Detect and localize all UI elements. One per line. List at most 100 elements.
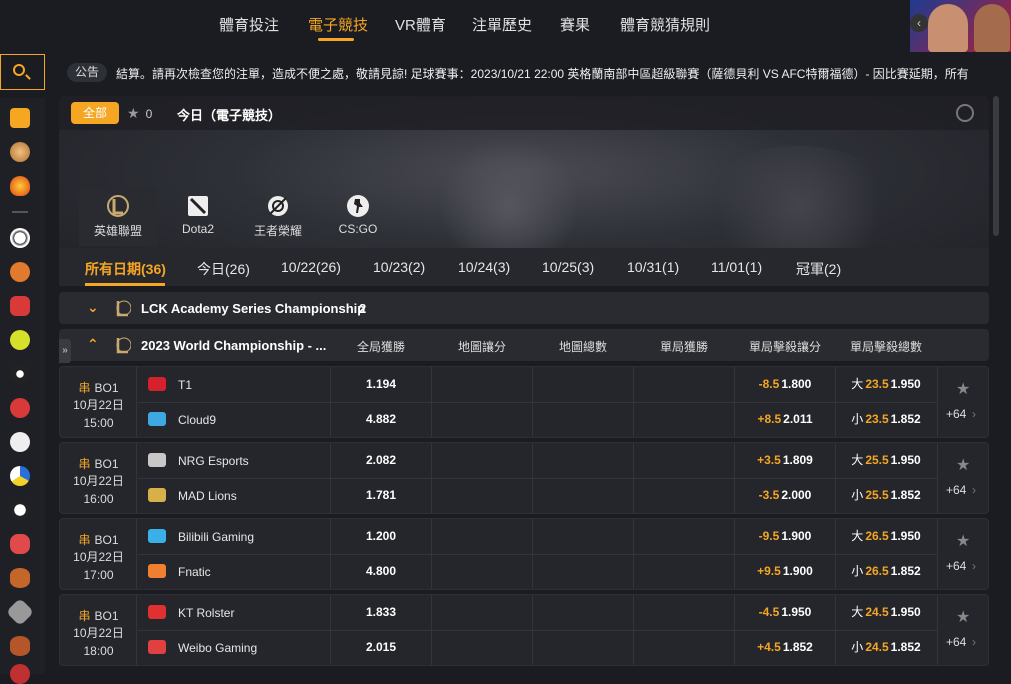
more-markets-count: +64 [946, 483, 967, 497]
favorites-button[interactable]: ★ 0 [127, 105, 152, 122]
odds-match-winner[interactable]: 4.800 [330, 554, 431, 589]
odds-kill-handicap[interactable]: -4.5 1.950 [734, 595, 835, 630]
date-filter-bar: 所有日期(36) 今日(26) 10/22(26) 10/23(2) 10/24… [59, 248, 989, 286]
date-tab-1101[interactable]: 11/01(1) [711, 259, 762, 275]
nav-bet-history[interactable]: 注單歷史 [472, 14, 532, 35]
misc-sport-icon[interactable] [10, 664, 30, 684]
favorite-star-icon[interactable]: ★ [956, 531, 970, 551]
odds-match-winner[interactable]: 4.882 [330, 402, 431, 437]
more-markets-count: +64 [946, 407, 967, 421]
coin-icon[interactable] [10, 142, 30, 162]
odds-kill-handicap[interactable]: -9.5 1.900 [734, 519, 835, 554]
more-markets-button[interactable]: ★ +64 › [937, 443, 988, 513]
nav-results[interactable]: 賽果 [560, 14, 590, 35]
odds-kill-total[interactable]: 小 23.5 1.852 [835, 402, 936, 437]
dota2-icon [188, 196, 208, 216]
odds-map-total-empty [532, 478, 633, 513]
promo-banner[interactable]: ‹ [910, 0, 1011, 52]
date-tab-today[interactable]: 今日(26) [197, 259, 250, 279]
fire-icon[interactable] [10, 176, 30, 196]
nav-rules[interactable]: 體育競猜規則 [620, 14, 710, 35]
american-football-icon[interactable] [10, 636, 30, 656]
league-header[interactable]: » ⌃ 2023 World Championship - ... 全局獲勝 地… [59, 329, 989, 363]
search-button[interactable] [0, 54, 45, 90]
odds-kill-total[interactable]: 小 24.5 1.852 [835, 630, 936, 665]
scrollbar[interactable] [993, 96, 999, 236]
team-home: NRG Esports [138, 443, 330, 478]
odds-kill-handicap[interactable]: -3.5 2.000 [734, 478, 835, 513]
odds-kill-handicap[interactable]: -8.5 1.800 [734, 367, 835, 402]
filter-bar: 全部 ★ 0 今日（電子競技） [59, 96, 989, 130]
team-logo-icon [148, 605, 166, 619]
refresh-icon[interactable] [956, 104, 974, 122]
lol-icon [116, 337, 131, 354]
soccer-icon[interactable] [10, 228, 30, 248]
more-markets-button[interactable]: ★ +64 › [937, 367, 988, 437]
boxing-icon[interactable] [10, 534, 30, 554]
odds-match-winner[interactable]: 1.194 [330, 367, 431, 402]
date-tab-1031[interactable]: 10/31(1) [627, 259, 679, 275]
odds-match-winner[interactable]: 1.833 [330, 595, 431, 630]
odds-kill-total[interactable]: 大 23.5 1.950 [835, 367, 936, 402]
league-header[interactable]: ⌄ LCK Academy Series Championship 2 [59, 292, 989, 324]
date-tab-outright[interactable]: 冠軍(2) [796, 259, 841, 279]
esports-controller-icon[interactable] [10, 296, 30, 316]
tab-lol[interactable]: 英雄聯盟 [79, 188, 157, 246]
total-line: 23.5 [865, 377, 889, 391]
baseball-icon[interactable] [10, 432, 30, 452]
odds-kill-handicap[interactable]: +3.5 1.809 [734, 443, 835, 478]
column-header-map-total: 地圖總數 [558, 340, 607, 354]
tab-honor-of-kings[interactable]: 王者榮耀 [239, 188, 317, 246]
rugby-icon[interactable] [10, 568, 30, 588]
odds-kill-total[interactable]: 大 26.5 1.950 [835, 519, 936, 554]
all-filter-button[interactable]: 全部 [71, 102, 119, 124]
odds-match-winner[interactable]: 2.015 [330, 630, 431, 665]
odds-kill-total[interactable]: 小 25.5 1.852 [835, 478, 936, 513]
favorite-star-icon[interactable]: ★ [956, 455, 970, 475]
odds-kill-handicap[interactable]: +8.5 2.011 [734, 402, 835, 437]
odds-match-winner[interactable]: 2.082 [330, 443, 431, 478]
nav-sports-betting[interactable]: 體育投注 [219, 14, 279, 35]
odds-kill-handicap[interactable]: +4.5 1.852 [734, 630, 835, 665]
odds-kill-total[interactable]: 小 26.5 1.852 [835, 554, 936, 589]
volleyball-icon[interactable] [10, 466, 30, 486]
more-markets-button[interactable]: ★ +64 › [937, 519, 988, 589]
over-under-label: 大 [851, 529, 864, 543]
date-tab-all[interactable]: 所有日期(36) [85, 259, 166, 279]
odds-kill-total[interactable]: 大 25.5 1.950 [835, 443, 936, 478]
odds-match-winner[interactable]: 1.200 [330, 519, 431, 554]
best-of-label: BO1 [94, 457, 119, 471]
badminton-icon[interactable] [5, 597, 35, 627]
handicap-odds: 1.852 [782, 640, 813, 654]
match-date: 10月22日 [73, 398, 124, 412]
date-tab-1025[interactable]: 10/25(3) [542, 259, 594, 275]
basketball-icon[interactable] [10, 262, 30, 282]
tab-dota2[interactable]: Dota2 [159, 188, 237, 246]
tennis-icon[interactable] [10, 330, 30, 350]
odds-map-total-empty [532, 554, 633, 589]
nav-vr-sports[interactable]: VR體育 [395, 14, 446, 35]
odds-kill-handicap[interactable]: +9.5 1.900 [734, 554, 835, 589]
odds-map-handicap-empty [431, 478, 532, 513]
favorite-star-icon[interactable]: ★ [956, 379, 970, 399]
billiards-icon[interactable] [10, 364, 30, 384]
match-time-cell: 串 BO1 10月22日 18:00 [60, 595, 137, 665]
betslip-icon[interactable] [10, 108, 30, 128]
expand-sidebar-icon[interactable]: » [59, 339, 71, 363]
football-icon[interactable] [10, 500, 30, 520]
team-name: Fnatic [178, 565, 211, 579]
nav-esports[interactable]: 電子競技 [308, 14, 368, 35]
tab-csgo[interactable]: CS:GO [319, 188, 397, 246]
odds-match-winner[interactable]: 1.781 [330, 478, 431, 513]
date-tab-1023[interactable]: 10/23(2) [373, 259, 425, 275]
more-markets-button[interactable]: ★ +64 › [937, 595, 988, 665]
table-tennis-icon[interactable] [10, 398, 30, 418]
date-tab-1022[interactable]: 10/22(26) [281, 259, 341, 275]
handicap-odds: 1.800 [781, 377, 812, 391]
odds-kill-total[interactable]: 大 24.5 1.950 [835, 595, 936, 630]
date-tab-1024[interactable]: 10/24(3) [458, 259, 510, 275]
favorite-star-icon[interactable]: ★ [956, 607, 970, 627]
odds-map-handicap-empty [431, 367, 532, 402]
chevron-left-icon[interactable]: ‹ [910, 14, 928, 32]
team-home: T1 [138, 367, 330, 402]
